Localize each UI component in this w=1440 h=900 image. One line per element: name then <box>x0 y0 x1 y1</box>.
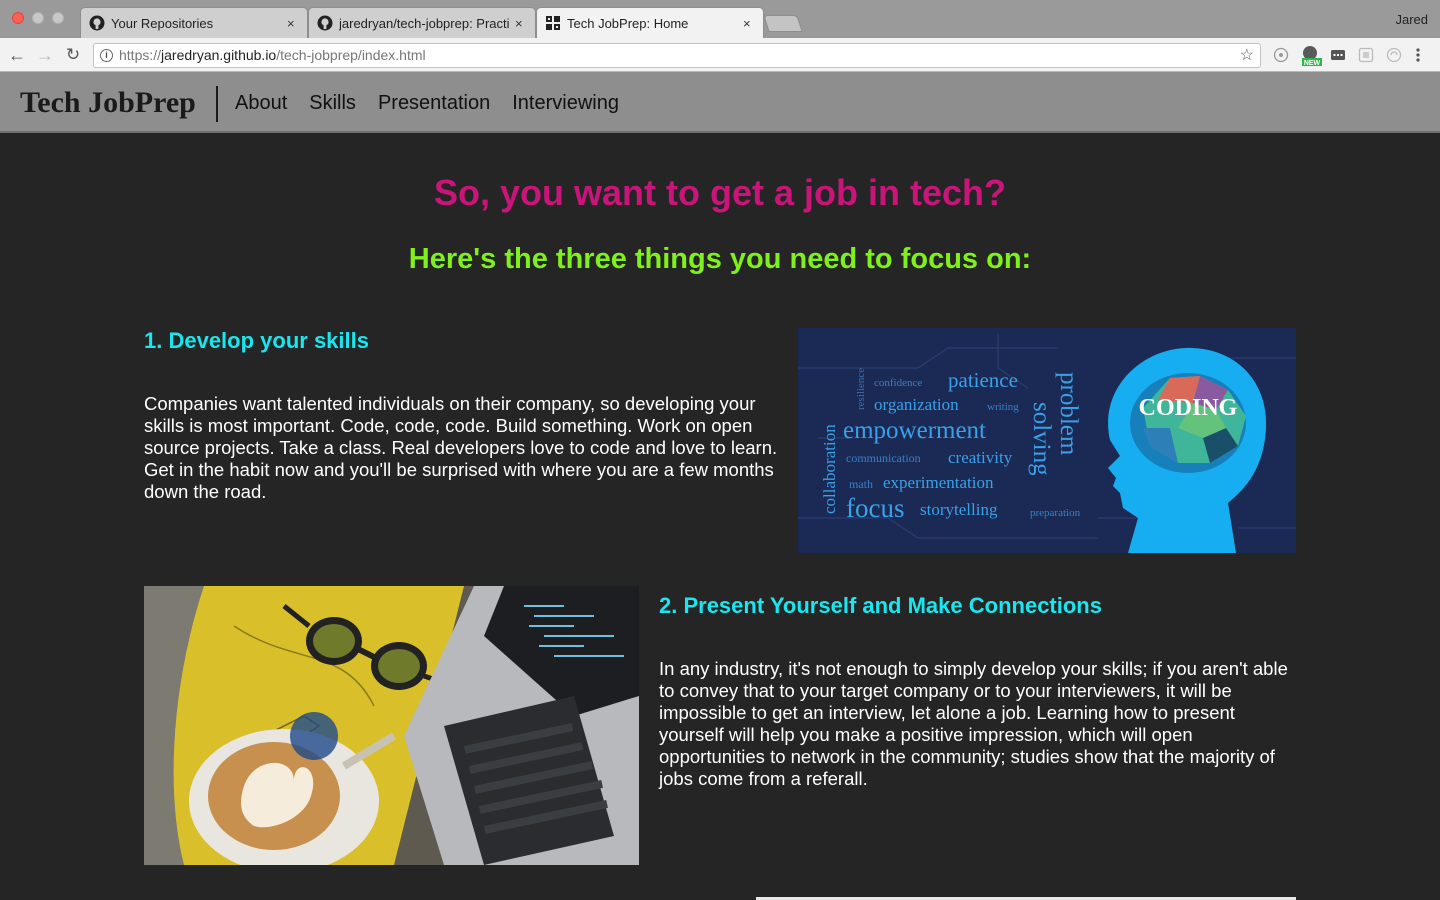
nav-link-interviewing[interactable]: Interviewing <box>512 92 619 115</box>
url-path: /tech-jobprep/index.html <box>276 47 426 63</box>
minimize-window-button[interactable] <box>32 12 44 24</box>
wordcloud-word: experimentation <box>883 473 994 492</box>
browser-toolbar: ← → ↻ i https://jaredryan.github.io/tech… <box>0 38 1440 72</box>
site-grid-icon <box>545 15 561 31</box>
extension-box-icon[interactable] <box>1358 47 1374 63</box>
section-present-title: 2. Present Yourself and Make Connections <box>659 593 1102 618</box>
extension-new-badge: NEW <box>1304 60 1321 67</box>
wordcloud-word: resilience <box>855 368 867 410</box>
coding-label: CODING <box>1139 395 1238 421</box>
reload-icon[interactable]: ↻ <box>61 43 85 67</box>
page-subheading: Here's the three things you need to focu… <box>408 243 1032 275</box>
wordcloud-word: math <box>849 477 873 491</box>
wordcloud-word: storytelling <box>920 500 998 519</box>
nav-link-skills[interactable]: Skills <box>309 92 356 115</box>
close-tab-icon[interactable]: × <box>743 16 755 31</box>
profile-name[interactable]: Jared <box>1395 12 1428 27</box>
site-brand[interactable]: Tech JobPrep <box>20 86 196 120</box>
extension-swirl-icon[interactable] <box>1386 47 1402 63</box>
nav-link-about[interactable]: About <box>235 92 287 115</box>
wordcloud-word: focus <box>846 493 904 523</box>
close-window-button[interactable] <box>12 12 24 24</box>
back-arrow-icon[interactable]: ← <box>5 43 29 67</box>
tab-title: jaredryan/tech-jobprep: Practi <box>339 15 509 31</box>
menu-kebab-icon[interactable] <box>1414 47 1422 63</box>
browser-tab-repositories[interactable]: Your Repositories × <box>80 7 308 38</box>
wordcloud-word: writing <box>987 401 1019 413</box>
wordcloud-word: patience <box>948 368 1018 392</box>
coding-wordcloud-graphic: CODING resilience confidence patience or… <box>798 328 1296 553</box>
wordcloud-word: problem <box>1055 372 1082 456</box>
site-navbar: Tech JobPrep About Skills Presentation I… <box>0 72 1440 133</box>
browser-tab-repo[interactable]: jaredryan/tech-jobprep: Practi × <box>308 7 536 38</box>
address-bar[interactable]: i https://jaredryan.github.io/tech-jobpr… <box>93 43 1261 68</box>
wordcloud-word: preparation <box>1030 507 1081 519</box>
wordcloud-word: empowerment <box>843 417 986 444</box>
info-icon[interactable]: i <box>100 49 113 62</box>
desk-laptop-coffee-image <box>144 586 639 865</box>
nav-divider <box>216 86 218 122</box>
close-tab-icon[interactable]: × <box>515 16 527 31</box>
close-tab-icon[interactable]: × <box>287 16 299 31</box>
tab-title: Tech JobPrep: Home <box>567 15 689 31</box>
page-heading: So, you want to get a job in tech? <box>433 172 1006 213</box>
wordcloud-word: confidence <box>874 377 922 389</box>
extension-globe-icon[interactable]: NEW <box>1300 44 1324 68</box>
nav-link-presentation[interactable]: Presentation <box>378 92 490 115</box>
section-develop-title: 1. Develop your skills <box>144 328 369 353</box>
url-scheme: https:// <box>119 47 162 63</box>
url-text[interactable]: https://jaredryan.github.io/tech-jobprep… <box>119 44 426 67</box>
wordcloud-word: collaboration <box>820 424 839 514</box>
tab-title: Your Repositories <box>111 15 214 31</box>
wordcloud-word: communication <box>846 451 921 465</box>
new-tab-button[interactable] <box>763 15 803 32</box>
section-present-body: In any industry, it's not enough to simp… <box>659 658 1288 789</box>
bookmark-star-icon[interactable]: ☆ <box>1240 44 1254 67</box>
github-icon <box>89 15 105 31</box>
wordcloud-word: organization <box>874 395 959 414</box>
extension-circle-icon[interactable] <box>1273 47 1289 63</box>
browser-tab-home[interactable]: Tech JobPrep: Home × <box>536 7 764 38</box>
coding-wordcloud-image: CODING resilience confidence patience or… <box>798 328 1296 553</box>
forward-arrow-icon[interactable]: → <box>33 43 57 67</box>
browser-tabstrip: Your Repositories × jaredryan/tech-jobpr… <box>0 0 1440 38</box>
wordcloud-word: solving <box>1028 402 1055 476</box>
github-icon <box>317 15 333 31</box>
wordcloud-word: creativity <box>948 448 1013 467</box>
extension-dots-icon[interactable] <box>1330 47 1346 63</box>
zoom-window-button[interactable] <box>52 12 64 24</box>
desk-graphic <box>144 586 639 865</box>
section-develop-body: Companies want talented individuals on t… <box>144 393 778 502</box>
url-host: jaredryan.github.io <box>161 47 277 63</box>
site-nav-links: About Skills Presentation Interviewing <box>235 92 619 115</box>
